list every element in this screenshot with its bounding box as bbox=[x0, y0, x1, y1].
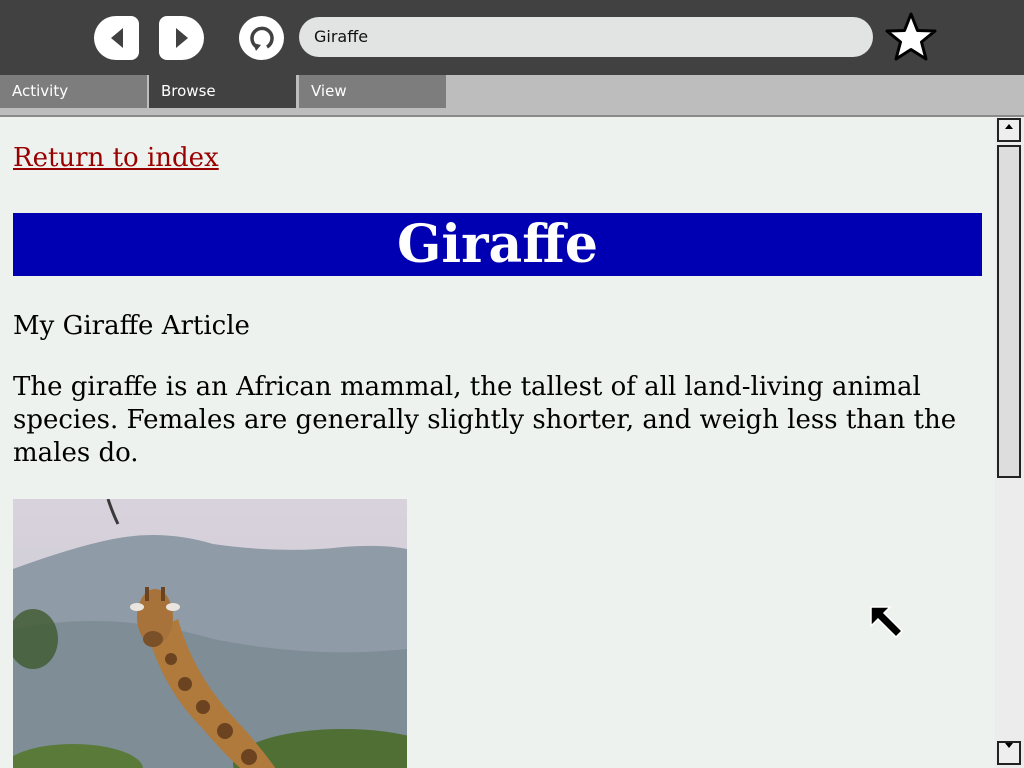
article-subtitle: My Giraffe Article bbox=[13, 311, 250, 341]
scroll-down-button[interactable] bbox=[997, 741, 1021, 765]
forward-button[interactable] bbox=[159, 16, 204, 60]
reload-icon bbox=[249, 26, 274, 51]
back-button[interactable] bbox=[94, 16, 139, 60]
page-title: Giraffe bbox=[13, 213, 982, 276]
back-arrow-icon bbox=[110, 28, 123, 48]
activity-tab-bar: Activity Browse View bbox=[0, 75, 1024, 117]
return-to-index-link[interactable]: Return to index bbox=[13, 143, 219, 173]
page-content: Return to index Giraffe My Giraffe Artic… bbox=[0, 117, 995, 768]
arrow-up-icon bbox=[1005, 124, 1013, 129]
vertical-scrollbar[interactable] bbox=[995, 117, 1024, 768]
arrow-down-icon bbox=[1005, 743, 1013, 748]
tab-browse[interactable]: Browse bbox=[149, 75, 296, 108]
mouse-pointer-icon bbox=[870, 606, 904, 639]
giraffe-photo bbox=[13, 499, 407, 768]
forward-arrow-icon bbox=[175, 28, 188, 48]
tab-activity[interactable]: Activity bbox=[0, 75, 147, 108]
browser-toolbar bbox=[0, 0, 1024, 75]
tab-view[interactable]: View bbox=[299, 75, 446, 108]
article-paragraph: The giraffe is an African mammal, the ta… bbox=[13, 372, 957, 468]
reload-button[interactable] bbox=[239, 16, 284, 60]
scrollbar-thumb[interactable] bbox=[997, 145, 1021, 478]
bookmark-button[interactable] bbox=[884, 11, 938, 65]
star-icon bbox=[885, 12, 937, 61]
scroll-up-button[interactable] bbox=[997, 118, 1021, 142]
url-input[interactable] bbox=[299, 17, 873, 57]
